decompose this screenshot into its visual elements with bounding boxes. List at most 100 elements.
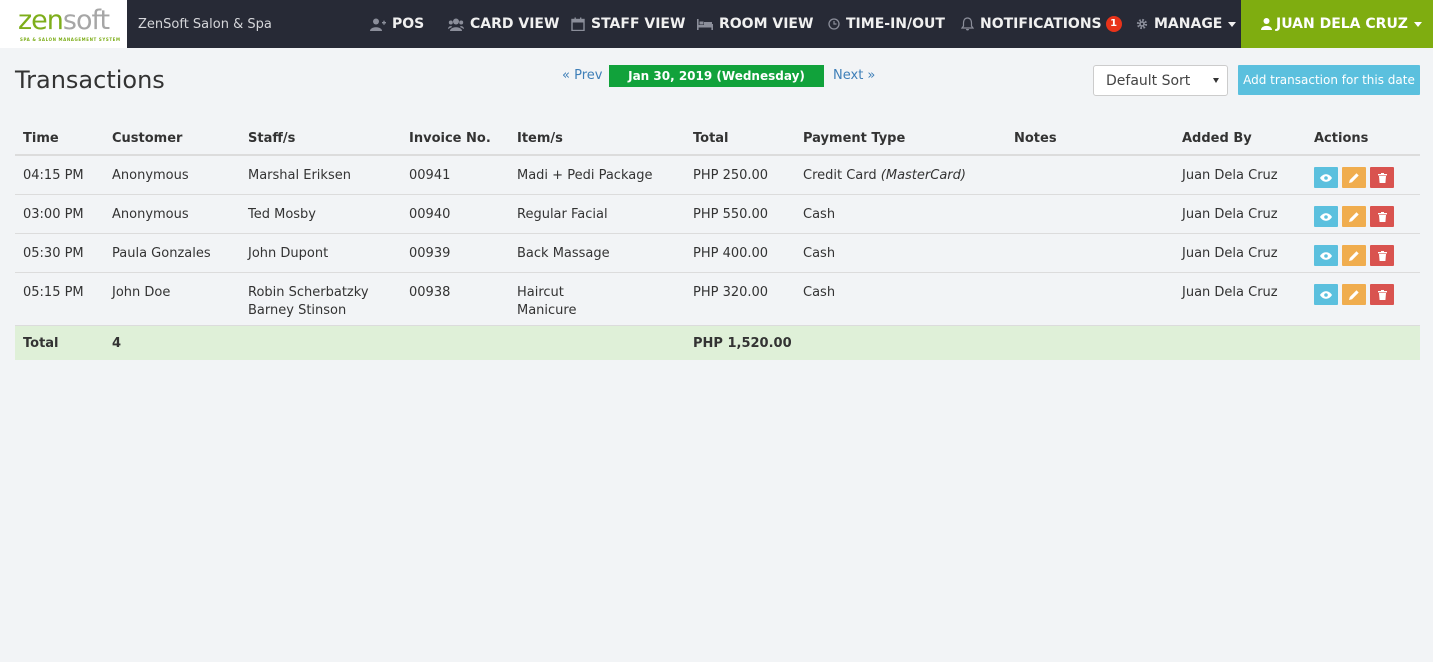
nav-time-in-out[interactable]: TIME-IN/OUT xyxy=(828,0,945,48)
cell-customer: Anonymous xyxy=(112,207,189,222)
column-header-staff[interactable]: Staff/s xyxy=(248,131,295,146)
staff-name: Robin Scherbatzky xyxy=(248,285,369,300)
cell-total: PHP 250.00 xyxy=(693,168,769,183)
calendar-icon xyxy=(571,17,585,31)
logo-tagline: SPA & SALON MANAGEMENT SYSTEM xyxy=(20,37,121,42)
nav-notifications[interactable]: NOTIFICATIONS 1 xyxy=(961,0,1122,48)
nav-card-view[interactable]: CARD VIEW xyxy=(448,0,559,48)
nav-pos-label: POS xyxy=(392,16,425,32)
nav-staff-view[interactable]: STAFF VIEW xyxy=(571,0,685,48)
prev-date-link[interactable]: « Prev xyxy=(562,68,602,83)
delete-button[interactable] xyxy=(1370,245,1394,266)
trash-icon xyxy=(1377,172,1387,183)
delete-button[interactable] xyxy=(1370,167,1394,188)
nav-room-view-label: ROOM VIEW xyxy=(719,16,814,32)
page-title: Transactions xyxy=(15,66,165,94)
cell-payment-type: Cash xyxy=(803,246,836,261)
user-menu-label: JUAN DELA CRUZ xyxy=(1276,16,1408,32)
pencil-icon xyxy=(1349,289,1359,300)
notifications-badge: 1 xyxy=(1105,16,1122,32)
cell-added-by: Juan Dela Cruz xyxy=(1182,285,1278,300)
table-row: 04:15 PM Anonymous Marshal Eriksen 00941… xyxy=(15,156,1420,195)
bed-icon xyxy=(697,19,713,30)
delete-button[interactable] xyxy=(1370,206,1394,227)
total-amount: PHP 1,520.00 xyxy=(693,336,792,351)
payment-method: Credit Card xyxy=(803,168,877,183)
add-transaction-button[interactable]: Add transaction for this date xyxy=(1238,65,1420,95)
table-row: 05:15 PM John Doe Robin Scherbatzky Barn… xyxy=(15,273,1420,326)
chevron-down-icon xyxy=(1228,21,1237,27)
cell-staff: Marshal Eriksen xyxy=(248,168,351,183)
eye-icon xyxy=(1320,173,1332,182)
eye-icon xyxy=(1320,212,1332,221)
nav-pos[interactable]: POS xyxy=(370,0,424,48)
users-icon xyxy=(448,18,464,31)
cell-invoice: 00938 xyxy=(409,285,451,300)
brand-name: ZenSoft Salon & Spa xyxy=(138,17,272,32)
cell-staff: John Dupont xyxy=(248,246,329,261)
pencil-icon xyxy=(1349,250,1359,261)
edit-button[interactable] xyxy=(1342,167,1366,188)
column-header-added-by[interactable]: Added By xyxy=(1182,131,1252,146)
chevron-down-icon xyxy=(1413,21,1422,27)
column-header-payment-type[interactable]: Payment Type xyxy=(803,131,905,146)
table-row: 03:00 PM Anonymous Ted Mosby 00940 Regul… xyxy=(15,195,1420,234)
top-navbar: zensoft SPA & SALON MANAGEMENT SYSTEM Ze… xyxy=(0,0,1433,48)
column-header-total[interactable]: Total xyxy=(693,131,729,146)
cell-added-by: Juan Dela Cruz xyxy=(1182,246,1278,261)
column-header-time[interactable]: Time xyxy=(23,131,59,146)
nav-staff-view-label: STAFF VIEW xyxy=(591,16,686,32)
trash-icon xyxy=(1377,211,1387,222)
pencil-icon xyxy=(1349,211,1359,222)
cell-items: Back Massage xyxy=(517,246,610,261)
cell-items: Madi + Pedi Package xyxy=(517,168,653,183)
cell-time: 04:15 PM xyxy=(23,168,84,183)
cell-staff: Robin Scherbatzky Barney Stinson xyxy=(248,284,369,320)
cell-payment-type: Credit Card (MasterCard) xyxy=(803,167,966,185)
gear-icon xyxy=(1136,18,1148,30)
row-actions xyxy=(1314,245,1398,266)
column-header-invoice[interactable]: Invoice No. xyxy=(409,131,491,146)
view-button[interactable] xyxy=(1314,206,1338,227)
edit-button[interactable] xyxy=(1342,206,1366,227)
staff-name: Barney Stinson xyxy=(248,303,347,318)
delete-button[interactable] xyxy=(1370,284,1394,305)
sort-select[interactable]: Default Sort xyxy=(1093,65,1228,96)
column-header-actions: Actions xyxy=(1314,131,1369,146)
cell-customer: Paula Gonzales xyxy=(112,246,211,261)
cell-added-by: Juan Dela Cruz xyxy=(1182,168,1278,183)
pencil-icon xyxy=(1349,172,1359,183)
view-button[interactable] xyxy=(1314,284,1338,305)
cell-payment-type: Cash xyxy=(803,285,836,300)
nav-notifications-label: NOTIFICATIONS xyxy=(980,16,1102,32)
current-date-button[interactable]: Jan 30, 2019 (Wednesday) xyxy=(609,65,824,87)
nav-time-in-out-label: TIME-IN/OUT xyxy=(846,16,945,32)
user-menu[interactable]: JUAN DELA CRUZ xyxy=(1241,0,1433,48)
row-actions xyxy=(1314,284,1398,305)
zensoft-logo[interactable]: zensoft SPA & SALON MANAGEMENT SYSTEM xyxy=(0,0,127,48)
bell-icon xyxy=(961,17,974,31)
table-total-row: Total 4 PHP 1,520.00 xyxy=(15,326,1420,360)
cell-total: PHP 320.00 xyxy=(693,285,769,300)
column-header-items[interactable]: Item/s xyxy=(517,131,563,146)
user-plus-icon xyxy=(370,18,386,31)
column-header-customer[interactable]: Customer xyxy=(112,131,182,146)
column-header-notes[interactable]: Notes xyxy=(1014,131,1057,146)
nav-manage[interactable]: MANAGE xyxy=(1136,0,1237,48)
cell-customer: Anonymous xyxy=(112,168,189,183)
cell-items: Regular Facial xyxy=(517,207,608,222)
nav-manage-label: MANAGE xyxy=(1154,16,1223,32)
view-button[interactable] xyxy=(1314,245,1338,266)
next-date-link[interactable]: Next » xyxy=(833,68,875,83)
payment-detail: (MasterCard) xyxy=(880,168,966,183)
cell-invoice: 00941 xyxy=(409,168,451,183)
cell-staff: Ted Mosby xyxy=(248,207,317,222)
view-button[interactable] xyxy=(1314,167,1338,188)
total-label: Total xyxy=(23,336,59,351)
edit-button[interactable] xyxy=(1342,284,1366,305)
nav-room-view[interactable]: ROOM VIEW xyxy=(697,0,813,48)
edit-button[interactable] xyxy=(1342,245,1366,266)
chevron-down-icon xyxy=(1213,78,1219,83)
cell-time: 05:15 PM xyxy=(23,285,84,300)
nav-card-view-label: CARD VIEW xyxy=(470,16,560,32)
